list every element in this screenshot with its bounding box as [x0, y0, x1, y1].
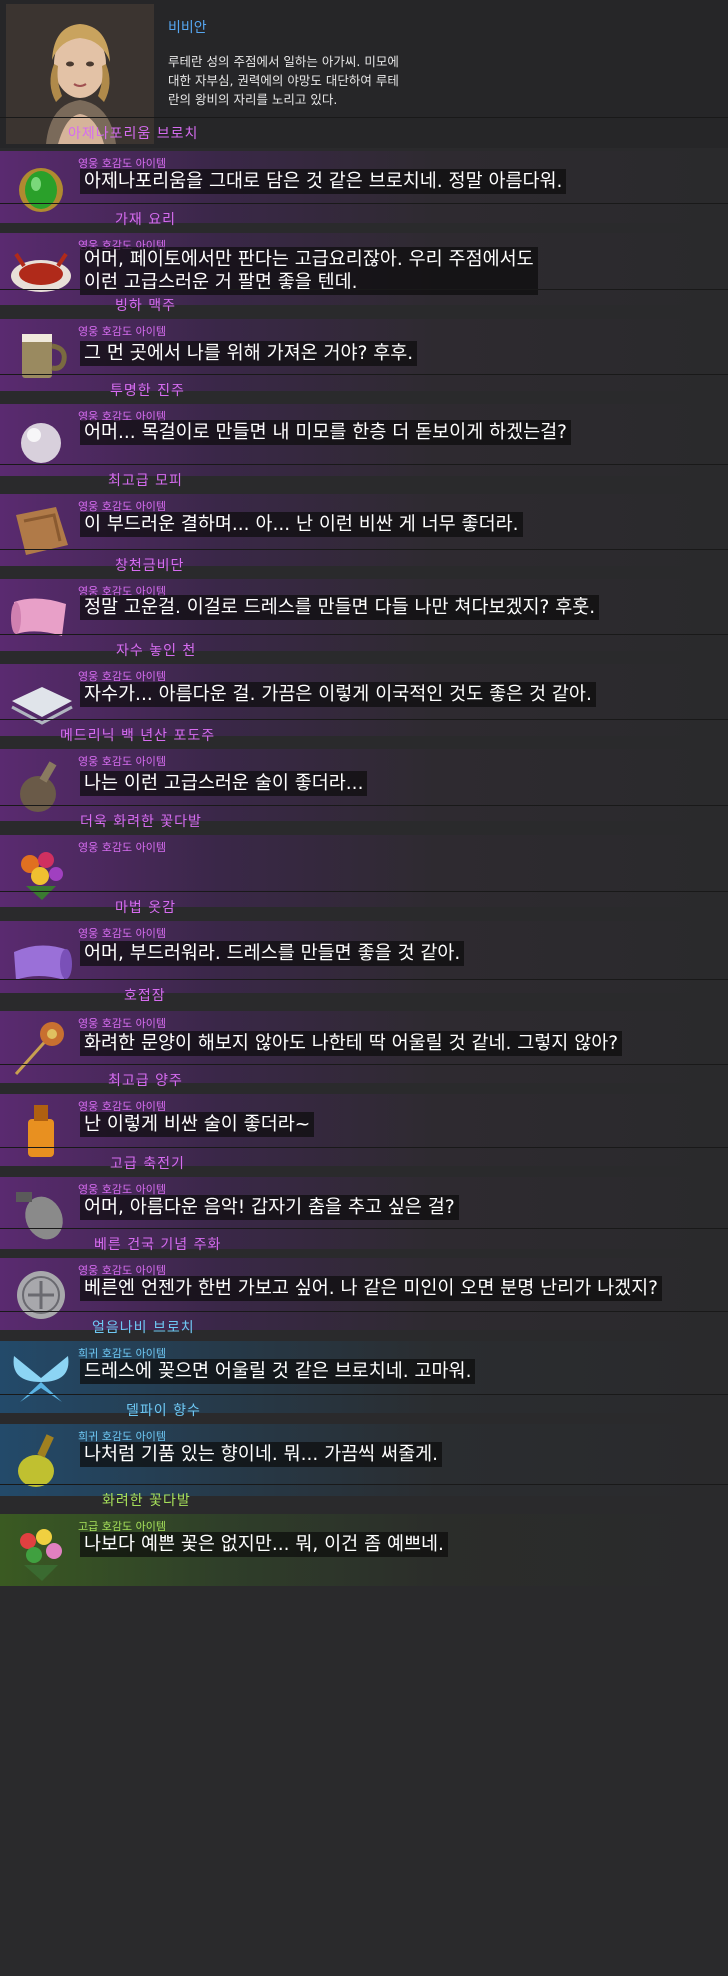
gift-item-row: 투명한 진주 영웅 호감도 아이템 어머... 목걸이로 만들면 내 미모를 한층 …	[0, 374, 728, 476]
reaction-quote: 나보다 예쁜 꽃은 없지만... 뭐, 이건 좀 예쁘네.	[80, 1532, 448, 1557]
row-divider	[0, 979, 728, 980]
item-name: 고급 축전기	[110, 1156, 185, 1172]
gift-item-row: 아제나포리움 브로치 영웅 호감도 아이템 아제나포리움을 그대로 담은 것 같은 …	[0, 117, 728, 223]
row-divider	[0, 1394, 728, 1395]
item-name: 아제나포리움 브로치	[68, 126, 199, 142]
row-divider	[0, 549, 728, 550]
character-description: 루테란 성의 주점에서 일하는 아가씨. 미모에 대한 자부심, 권력에의 야망…	[168, 54, 399, 107]
reaction-quote: 어머... 목걸이로 만들면 내 미모를 한층 더 돋보이게 하겠는걸?	[80, 420, 571, 445]
row-divider	[0, 719, 728, 720]
item-grade: 영웅 호감도 아이템	[78, 755, 166, 768]
reaction-quote: 난 이렇게 비싼 술이 좋더라~	[80, 1112, 315, 1137]
gift-item-row: 델파이 향수 희귀 호감도 아이템 나처럼 기품 있는 향이네. 뭐... 가끔씩 …	[0, 1394, 728, 1496]
row-divider	[0, 634, 728, 635]
row-divider	[0, 117, 728, 118]
gift-item-row: 가재 요리 영웅 호감도 아이템 어머, 페이토에서만 판다는 고급요리잖아. 우리…	[0, 203, 728, 305]
item-name: 호접잠	[124, 988, 166, 1004]
gift-item-row: 메드리닉 백 년산 포도주영웅 호감도 아이템나는 이런 고급스러운 술이 좋더…	[0, 719, 728, 821]
item-name: 창천금비단	[115, 558, 185, 574]
item-name: 베른 건국 기념 주화	[94, 1237, 222, 1253]
gift-item-row: 최고급 양주 영웅 호감도 아이템 난 이렇게 비싼 술이 좋더라~	[0, 1064, 728, 1166]
reaction-quote: 어머, 페이토에서만 판다는 고급요리잖아. 우리 주점에서도 이런 고급스러운…	[80, 247, 538, 295]
row-divider	[0, 1064, 728, 1065]
reaction-quote: 이 부드러운 결하며... 아... 난 이런 비싼 게 너무 좋더라.	[80, 512, 523, 537]
item-name: 투명한 진주	[110, 383, 185, 399]
item-name: 화려한 꽃다발	[102, 1493, 191, 1509]
reaction-quote: 화려한 문양이 해보지 않아도 나한테 딱 어울릴 것 같네. 그렇지 않아?	[80, 1031, 623, 1056]
character-name: 비비안	[168, 20, 207, 36]
item-name: 최고급 모피	[108, 473, 183, 489]
item-grade: 영웅 호감도 아이템	[78, 841, 166, 854]
flower-bouquet-icon	[6, 1515, 76, 1585]
row-divider	[0, 1228, 728, 1229]
reaction-quote: 어머, 부드러워라. 드레스를 만들면 좋을 것 같아.	[80, 941, 465, 966]
item-name: 빙하 맥주	[115, 298, 176, 314]
reaction-quote: 그 먼 곳에서 나를 위해 가져온 거야? 후후.	[80, 341, 418, 366]
row-divider	[0, 203, 728, 204]
gift-item-row: 최고급 모피 영웅 호감도 아이템 이 부드러운 결하며... 아... 난 이런 …	[0, 464, 728, 566]
gift-item-row: 빙하 맥주영웅 호감도 아이템그 먼 곳에서 나를 위해 가져온 거야? 후후.	[0, 289, 728, 391]
row-divider	[0, 1147, 728, 1148]
reaction-quote: 자수가... 아름다운 걸. 가끔은 이렇게 이국적인 것도 좋은 것 같아.	[80, 682, 596, 707]
reaction-quote: 정말 고운걸. 이걸로 드레스를 만들면 다들 나만 쳐다보겠지? 후훗.	[80, 595, 600, 620]
gift-item-row: 얼음나비 브로치 희귀 호감도 아이템 드레스에 꽂으면 어울릴 것 같은 브로치네…	[0, 1311, 728, 1413]
reaction-quote: 어머, 아름다운 음악! 갑자기 춤을 추고 싶은 걸?	[80, 1195, 459, 1220]
gift-item-row: 화려한 꽃다발고급 호감도 아이템 나보다 예쁜 꽃은 없지만... 뭐, 이건 …	[0, 1484, 728, 1976]
reaction-quote: 드레스에 꽂으면 어울릴 것 같은 브로치네. 고마워.	[80, 1359, 476, 1384]
item-name: 얼음나비 브로치	[92, 1320, 195, 1336]
gift-item-row: 자수 놓인 천 영웅 호감도 아이템 자수가... 아름다운 걸. 가끔은 이렇게 …	[0, 634, 728, 736]
gift-item-row: 마법 옷감영웅 호감도 아이템 어머, 부드러워라. 드레스를 만들면 좋을 것 …	[0, 891, 728, 993]
reaction-quote: 아제나포리움을 그대로 담은 것 같은 브로치네. 정말 아름다워.	[80, 169, 567, 194]
item-grade: 영웅 호감도 아이템	[78, 1017, 166, 1030]
row-divider	[0, 289, 728, 290]
row-divider	[0, 1311, 728, 1312]
gift-item-row: 고급 축전기 영웅 호감도 아이템 어머, 아름다운 음악! 갑자기 춤을 추고 싶…	[0, 1147, 728, 1249]
item-name: 델파이 향수	[126, 1403, 201, 1419]
row-divider	[0, 805, 728, 806]
item-name: 더욱 화려한 꽃다발	[80, 814, 202, 830]
row-divider	[0, 891, 728, 892]
item-name: 마법 옷감	[115, 900, 176, 916]
item-band: 고급 호감도 아이템 나보다 예쁜 꽃은 없지만... 뭐, 이건 좀 예쁘네.	[0, 1514, 728, 1586]
gift-item-row: 창천금비단 영웅 호감도 아이템 정말 고운걸. 이걸로 드레스를 만들면 다들 나…	[0, 549, 728, 651]
reaction-quote: 나는 이런 고급스러운 술이 좋더라...	[80, 771, 368, 796]
gift-item-row: 베른 건국 기념 주화 영웅 호감도 아이템 베른엔 언젠가 한번 가보고 싶어. …	[0, 1228, 728, 1330]
item-grade: 영웅 호감도 아이템	[78, 325, 166, 338]
row-divider	[0, 1484, 728, 1485]
item-name: 최고급 양주	[108, 1073, 183, 1089]
row-divider	[0, 374, 728, 375]
gift-item-row: 호접잠영웅 호감도 아이템 화려한 문양이 해보지 않아도 나한테 딱 어울릴 것…	[0, 979, 728, 1083]
item-name: 자수 놓인 천	[116, 643, 197, 659]
reaction-quote: 베른엔 언젠가 한번 가보고 싶어. 나 같은 미인이 오면 분명 난리가 나겠…	[80, 1276, 662, 1301]
row-divider	[0, 464, 728, 465]
reaction-quote: 나처럼 기품 있는 향이네. 뭐... 가끔씩 써줄게.	[80, 1442, 443, 1467]
gift-item-row: 더욱 화려한 꽃다발영웅 호감도 아이템	[0, 805, 728, 907]
item-name: 메드리닉 백 년산 포도주	[60, 728, 216, 744]
item-name: 가재 요리	[115, 212, 176, 228]
item-grade: 영웅 호감도 아이템	[78, 927, 166, 940]
gift-reaction-page: { "character": { "name": "비비안", "descrip…	[0, 0, 728, 1976]
